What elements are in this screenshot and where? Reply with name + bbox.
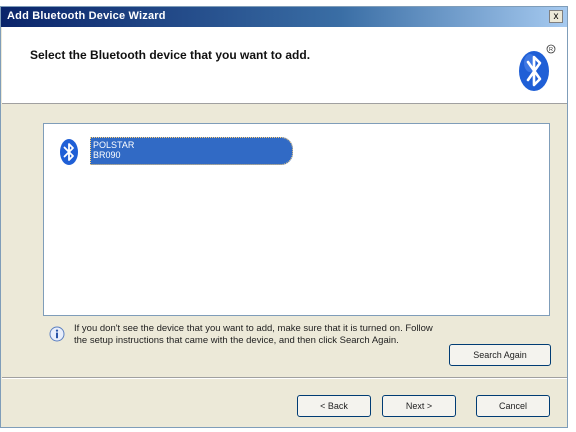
cancel-button[interactable]: Cancel — [476, 395, 550, 417]
bluetooth-logo-icon: R — [519, 44, 556, 91]
device-address: BR090 — [93, 150, 121, 160]
device-label[interactable]: POLSTAR BR090 — [90, 137, 293, 165]
page-title: Select the Bluetooth device that you wan… — [30, 48, 311, 62]
back-button[interactable]: < Back — [297, 395, 371, 417]
list-item[interactable]: POLSTAR BR090 — [58, 136, 298, 168]
info-text: If you don't see the device that you wan… — [74, 323, 433, 346]
divider — [2, 377, 567, 379]
info-icon — [49, 326, 65, 342]
search-again-button[interactable]: Search Again — [449, 344, 551, 366]
window-title: Add Bluetooth Device Wizard — [7, 10, 166, 22]
title-bar: Add Bluetooth Device Wizard x — [1, 7, 567, 27]
close-button[interactable]: x — [549, 10, 563, 23]
bluetooth-icon — [60, 139, 78, 165]
device-name: POLSTAR — [93, 140, 135, 150]
wizard-header: Select the Bluetooth device that you wan… — [2, 27, 567, 104]
next-button[interactable]: Next > — [382, 395, 456, 417]
device-list[interactable]: POLSTAR BR090 — [43, 123, 550, 316]
wizard-window: Add Bluetooth Device Wizard x Select the… — [0, 6, 568, 428]
svg-text:R: R — [549, 47, 553, 53]
